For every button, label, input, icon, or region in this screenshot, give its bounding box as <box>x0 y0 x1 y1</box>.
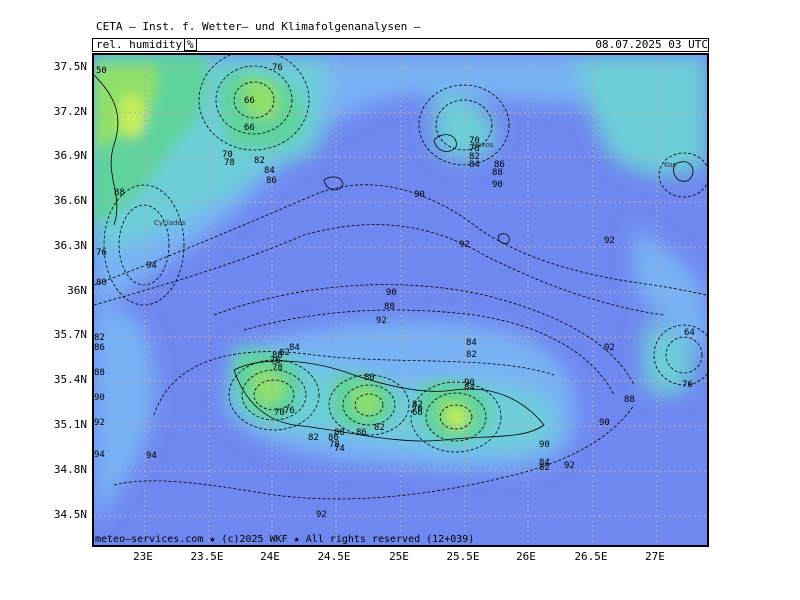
contour-label: 66 <box>244 123 255 133</box>
contour-label: 84 <box>466 338 477 348</box>
lat-label: 34.8N <box>53 463 87 476</box>
lat-label: 34.5N <box>53 508 87 521</box>
contour-label: 82 <box>374 423 385 433</box>
contour-label: 88 <box>114 188 125 198</box>
lon-label: 23E <box>133 550 153 563</box>
contour-label: 90 <box>539 440 550 450</box>
contour-label: 76 <box>272 63 283 73</box>
contour-label: 94 <box>146 261 157 271</box>
contour-label: 86 <box>356 428 367 438</box>
contour-label: 64 <box>684 328 695 338</box>
contour-label: 84 <box>289 343 300 353</box>
contour-label: 76 <box>682 380 693 390</box>
contour-label: 90 <box>464 378 475 388</box>
contour-label: 90 <box>492 180 503 190</box>
lon-label: 26E <box>516 550 536 563</box>
lon-label: 25.5E <box>446 550 480 563</box>
lat-label: 36.6N <box>53 194 87 207</box>
contour-label: 86 <box>94 343 105 353</box>
place-label-cyclades: Cyclades <box>154 219 186 227</box>
contour-label: 88 <box>492 168 503 178</box>
contour-label: 92 <box>604 236 615 246</box>
lon-label: 25E <box>389 550 409 563</box>
contour-label: 50 <box>96 66 107 76</box>
contour-label: 66 <box>412 408 423 418</box>
humidity-map: Naxos Cyclades Kos 50 76 66 66 70 78 82 84 86 88 9… <box>92 53 709 547</box>
unit-label: % <box>184 38 197 51</box>
lon-label: 26.5E <box>574 550 608 563</box>
contour-label: 82 <box>466 350 477 360</box>
contour-label: 90 <box>94 393 105 403</box>
contour-label: 82 <box>254 156 265 166</box>
contour-label: 88 <box>384 302 395 312</box>
valid-time: 08.07.2025 03 UTC <box>595 38 708 51</box>
contour-label: 88 <box>624 395 635 405</box>
contour-label: 86 <box>266 176 277 186</box>
place-label-kos: Kos <box>664 161 677 169</box>
lat-label: 37.2N <box>53 105 87 118</box>
app-title: CETA — Inst. f. Wetter— und Klimafolgena… <box>96 20 421 33</box>
lat-label: 35.4N <box>53 373 87 386</box>
contour-label: 76 <box>96 248 107 258</box>
lon-label: 24E <box>260 550 280 563</box>
lat-label: 36N <box>67 284 87 297</box>
contour-label: 92 <box>564 461 575 471</box>
contour-label: 90 <box>599 418 610 428</box>
contour-label: 88 <box>94 368 105 378</box>
contour-label: 90 <box>414 190 425 200</box>
lon-label: 24.5E <box>317 550 351 563</box>
lon-label: 27E <box>645 550 665 563</box>
contour-label: 78 <box>224 158 235 168</box>
map-canvas: Naxos Cyclades Kos 50 7666667078 82848688 9… <box>94 55 707 545</box>
contour-label: 92 <box>316 510 327 520</box>
contour-label: 92 <box>459 240 470 250</box>
lat-label: 35.1N <box>53 418 87 431</box>
contour-label: 66 <box>244 96 255 106</box>
lat-label: 36.3N <box>53 239 87 252</box>
lon-label: 23.5E <box>190 550 224 563</box>
contour-label: 76 <box>284 406 295 416</box>
lat-label: 36.9N <box>53 149 87 162</box>
contour-label: 94 <box>94 450 105 460</box>
parameter-label: rel. humidity <box>96 38 183 51</box>
contour-label: 82 <box>539 463 550 473</box>
contour-label: 92 <box>376 316 387 326</box>
contour-label: 90 <box>386 288 397 298</box>
contour-label: 84 <box>264 166 275 176</box>
contour-label: 92 <box>604 343 615 353</box>
contour-label: 94 <box>146 451 157 461</box>
contour-label: 78 <box>272 363 283 373</box>
contour-label: 84 <box>469 160 480 170</box>
contour-label: 88 <box>334 428 345 438</box>
copyright-credit: meteo—services.com ★ (c)2025 WKF ★ All r… <box>95 534 475 545</box>
contour-label: 80 <box>96 278 107 288</box>
contour-label: 80 <box>364 373 375 383</box>
contour-label: 92 <box>94 418 105 428</box>
lat-label: 35.7N <box>53 328 87 341</box>
contour-label: 82 <box>94 333 105 343</box>
contour-label: 74 <box>334 444 345 454</box>
contour-label: 82 <box>308 433 319 443</box>
lat-label: 37.5N <box>53 60 87 73</box>
